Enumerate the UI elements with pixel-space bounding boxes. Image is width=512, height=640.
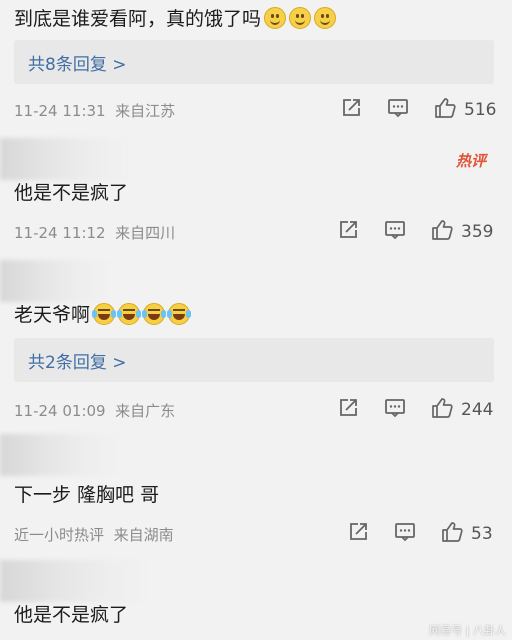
laugh-cry-emoji-icon — [117, 303, 142, 325]
share-icon[interactable] — [337, 397, 359, 419]
comment-meta: 11-24 11:12 来自四川 359 — [0, 216, 512, 246]
comment-icon[interactable] — [384, 397, 406, 419]
like-count: 244 — [461, 400, 494, 420]
share-icon[interactable] — [347, 521, 369, 543]
like-count: 359 — [461, 222, 494, 242]
comment-location: 来自四川 — [115, 224, 176, 242]
laugh-cry-emoji-icon — [92, 303, 117, 325]
comment-icon[interactable] — [384, 219, 406, 241]
comment-text: 下一步 隆胸吧 哥 — [14, 484, 160, 506]
thumbs-up-icon[interactable] — [431, 219, 453, 241]
view-replies-link[interactable]: 共2条回复 > — [28, 348, 126, 373]
comment-location: 来自广东 — [115, 402, 176, 420]
comment-time: 11-24 01:09 — [14, 402, 106, 420]
laugh-cry-emoji-icon — [142, 303, 167, 325]
comment-icon[interactable] — [387, 97, 409, 119]
thumbs-up-icon[interactable] — [434, 97, 456, 119]
laugh-cry-emoji-icon — [167, 303, 192, 325]
smile-emoji-icon — [289, 7, 312, 29]
comment-icon[interactable] — [394, 521, 416, 543]
smile-emoji-icon — [314, 7, 337, 29]
hot-comment-badge: 热评 — [455, 152, 486, 170]
thumbs-up-icon[interactable] — [431, 397, 453, 419]
comment-meta: 11-24 11:31 来自江苏 516 — [0, 94, 512, 124]
comment-text: 老天爷啊 — [14, 300, 192, 327]
comment-meta: 11-24 01:09 来自广东 244 — [0, 394, 512, 424]
blurred-avatar-username — [0, 260, 110, 302]
share-icon[interactable] — [340, 97, 362, 119]
comment-text: 到底是谁爱看阿，真的饿了吗 — [14, 4, 337, 31]
like-count: 53 — [471, 524, 493, 544]
comment-time: 近一小时热评 — [14, 526, 105, 544]
smile-emoji-icon — [264, 7, 287, 29]
comment-location: 来自江苏 — [115, 102, 176, 120]
view-replies-link[interactable]: 共8条回复 > — [28, 50, 126, 75]
share-icon[interactable] — [337, 219, 359, 241]
comment-time: 11-24 11:12 — [14, 224, 106, 242]
comment-text: 他是不是疯了 — [14, 604, 129, 626]
comment-text: 他是不是疯了 — [14, 182, 129, 204]
blurred-avatar-username — [0, 138, 130, 180]
reply-box[interactable]: 共2条回复 > — [14, 338, 494, 382]
comment-meta: 近一小时热评 来自湖南 53 — [0, 518, 512, 548]
thumbs-up-icon[interactable] — [441, 521, 463, 543]
blurred-avatar-username — [0, 560, 150, 602]
comment-location: 来自湖南 — [113, 526, 174, 544]
like-count: 516 — [464, 100, 497, 120]
comment-time: 11-24 11:31 — [14, 102, 106, 120]
watermark: 网易号 | 八卦人 — [429, 624, 506, 637]
reply-box[interactable]: 共8条回复 > — [14, 40, 494, 84]
blurred-avatar-username — [0, 434, 120, 476]
